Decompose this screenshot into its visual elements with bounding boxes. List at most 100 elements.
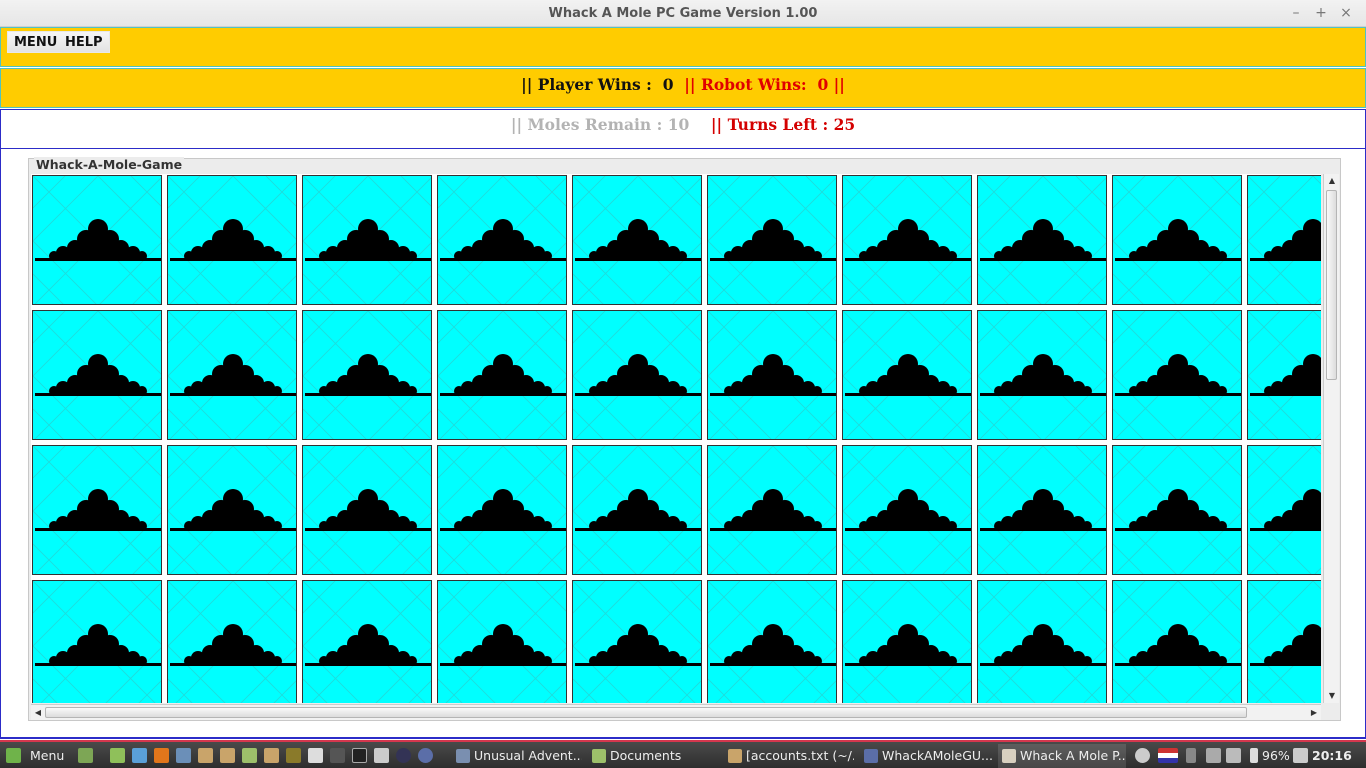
menu-bar: MENU HELP xyxy=(0,27,1366,67)
monitor-launcher-icon[interactable] xyxy=(330,748,345,763)
mole-hole-button[interactable] xyxy=(572,580,702,703)
mole-hole-button[interactable] xyxy=(707,580,837,703)
mole-hole-button[interactable] xyxy=(707,310,837,440)
archive-launcher-icon[interactable] xyxy=(198,748,213,763)
vertical-scroll-thumb[interactable] xyxy=(1326,190,1337,380)
mole-hole-button[interactable] xyxy=(437,445,567,575)
maximize-button[interactable]: + xyxy=(1312,4,1330,22)
upload-launcher-icon[interactable] xyxy=(264,748,279,763)
battery-percent: 96% xyxy=(1262,748,1290,763)
mole-hole-button[interactable] xyxy=(167,310,297,440)
mole-hole-button[interactable] xyxy=(977,580,1107,703)
mole-hole-button[interactable] xyxy=(167,175,297,305)
menu-button[interactable]: MENU xyxy=(7,31,65,53)
mole-hole-button[interactable] xyxy=(842,580,972,703)
status-bar: || Moles Remain : 10 || Turns Left : 25 xyxy=(0,109,1366,149)
mole-hole-button[interactable] xyxy=(1247,310,1321,440)
mole-hole-button[interactable] xyxy=(167,580,297,703)
window-title: Whack A Mole PC Game Version 1.00 xyxy=(548,6,818,21)
mole-hole-button[interactable] xyxy=(572,310,702,440)
mole-hole-button[interactable] xyxy=(842,445,972,575)
scroll-left-arrow-icon[interactable]: ◀ xyxy=(31,705,45,721)
us-flag-keyboard-icon[interactable] xyxy=(1158,748,1178,763)
editor-launcher-icon[interactable] xyxy=(374,748,389,763)
player-wins-value: 0 xyxy=(662,75,674,94)
help-button[interactable]: HELP xyxy=(59,31,110,53)
taskbar-window-5[interactable]: Whack A Mole P... xyxy=(998,744,1126,768)
taskbar-window-4[interactable]: WhackAMoleGU... xyxy=(860,744,992,768)
taskbar-window-2[interactable]: Documents xyxy=(588,744,718,768)
scroll-up-arrow-icon[interactable]: ▲ xyxy=(1324,174,1340,188)
mole-hole-button[interactable] xyxy=(167,445,297,575)
taskbar-window-3[interactable]: [accounts.txt (~/... xyxy=(724,744,854,768)
mole-hole-button[interactable] xyxy=(572,445,702,575)
minimize-button[interactable]: – xyxy=(1287,4,1305,22)
mole-hole-button[interactable] xyxy=(977,445,1107,575)
app-launcher-icon[interactable] xyxy=(176,748,191,763)
mole-hole-button[interactable] xyxy=(842,310,972,440)
firefox-launcher-icon[interactable] xyxy=(154,748,169,763)
mole-hole-button[interactable] xyxy=(1112,310,1242,440)
mole-hole-button[interactable] xyxy=(1112,580,1242,703)
mole-hole-button[interactable] xyxy=(437,310,567,440)
mole-hole-button[interactable] xyxy=(1247,175,1321,305)
scroll-down-arrow-icon[interactable]: ▼ xyxy=(1324,689,1340,703)
game-panel: Whack-A-Mole-Game ▲ ▼ ◀ ▶ xyxy=(0,149,1366,739)
download-launcher-icon[interactable] xyxy=(242,748,257,763)
mole-hole-button[interactable] xyxy=(1247,580,1321,703)
mole-hole-button[interactable] xyxy=(572,175,702,305)
mole-hole-button[interactable] xyxy=(302,445,432,575)
mole-hole-button[interactable] xyxy=(1247,445,1321,575)
mole-hole-button[interactable] xyxy=(437,580,567,703)
title-bar: Whack A Mole PC Game Version 1.00 – + × xyxy=(0,0,1366,27)
taskbar-window-label: Documents xyxy=(610,748,682,763)
mole-hole-button[interactable] xyxy=(302,175,432,305)
close-button[interactable]: × xyxy=(1337,4,1355,22)
mole-hole-button[interactable] xyxy=(32,445,162,575)
mole-hole-button[interactable] xyxy=(707,445,837,575)
mole-hole-button[interactable] xyxy=(437,175,567,305)
horizontal-scroll-thumb[interactable] xyxy=(45,707,1247,718)
mole-hole-button[interactable] xyxy=(977,175,1107,305)
mint-logo-icon[interactable] xyxy=(6,748,21,763)
files-launcher-icon[interactable] xyxy=(110,748,125,763)
mole-hole-button[interactable] xyxy=(842,175,972,305)
clock[interactable]: 20:16 xyxy=(1312,745,1352,767)
package-launcher-icon[interactable] xyxy=(220,748,235,763)
terminal-launcher-icon[interactable] xyxy=(352,748,367,763)
show-desktop-icon[interactable] xyxy=(78,748,93,763)
taskbar-window-label: Whack A Mole P... xyxy=(1020,748,1126,763)
player-wins-label: || Player Wins : xyxy=(521,75,652,94)
mole-hole-button[interactable] xyxy=(32,310,162,440)
eclipse-launcher-icon[interactable] xyxy=(418,748,433,763)
vertical-scrollbar[interactable]: ▲ ▼ xyxy=(1323,174,1339,703)
mole-hole-button[interactable] xyxy=(302,580,432,703)
mole-hole-button[interactable] xyxy=(1112,175,1242,305)
shield-launcher-icon[interactable] xyxy=(308,748,323,763)
mole-hole-button[interactable] xyxy=(302,310,432,440)
update-shield-icon[interactable] xyxy=(1293,748,1308,763)
start-menu-button[interactable]: Menu xyxy=(30,745,64,767)
taskbar: Menu Unusual Advent... Documents [accoun… xyxy=(0,740,1366,768)
user-icon[interactable] xyxy=(1135,748,1150,763)
tools-launcher-icon[interactable] xyxy=(286,748,301,763)
taskbar-window-label: Unusual Advent... xyxy=(474,748,582,763)
battery-icon[interactable] xyxy=(1250,748,1258,763)
mole-hole-button[interactable] xyxy=(1112,445,1242,575)
camera-launcher-icon[interactable] xyxy=(396,748,411,763)
game-group-title: Whack-A-Mole-Game xyxy=(34,157,185,172)
horizontal-scrollbar[interactable]: ◀ ▶ xyxy=(31,704,1321,720)
taskbar-window-label: WhackAMoleGU... xyxy=(882,748,992,763)
mole-hole-button[interactable] xyxy=(977,310,1107,440)
text-editor-icon xyxy=(728,749,742,763)
network-icon[interactable] xyxy=(1206,748,1221,763)
taskbar-window-1[interactable]: Unusual Advent... xyxy=(452,744,582,768)
mole-hole-button[interactable] xyxy=(32,580,162,703)
info-launcher-icon[interactable] xyxy=(132,748,147,763)
robot-wins-value: 0 xyxy=(817,75,829,94)
mole-hole-button[interactable] xyxy=(32,175,162,305)
scroll-right-arrow-icon[interactable]: ▶ xyxy=(1307,705,1321,721)
volume-icon[interactable] xyxy=(1226,748,1241,763)
bluetooth-icon[interactable] xyxy=(1186,748,1196,763)
mole-hole-button[interactable] xyxy=(707,175,837,305)
